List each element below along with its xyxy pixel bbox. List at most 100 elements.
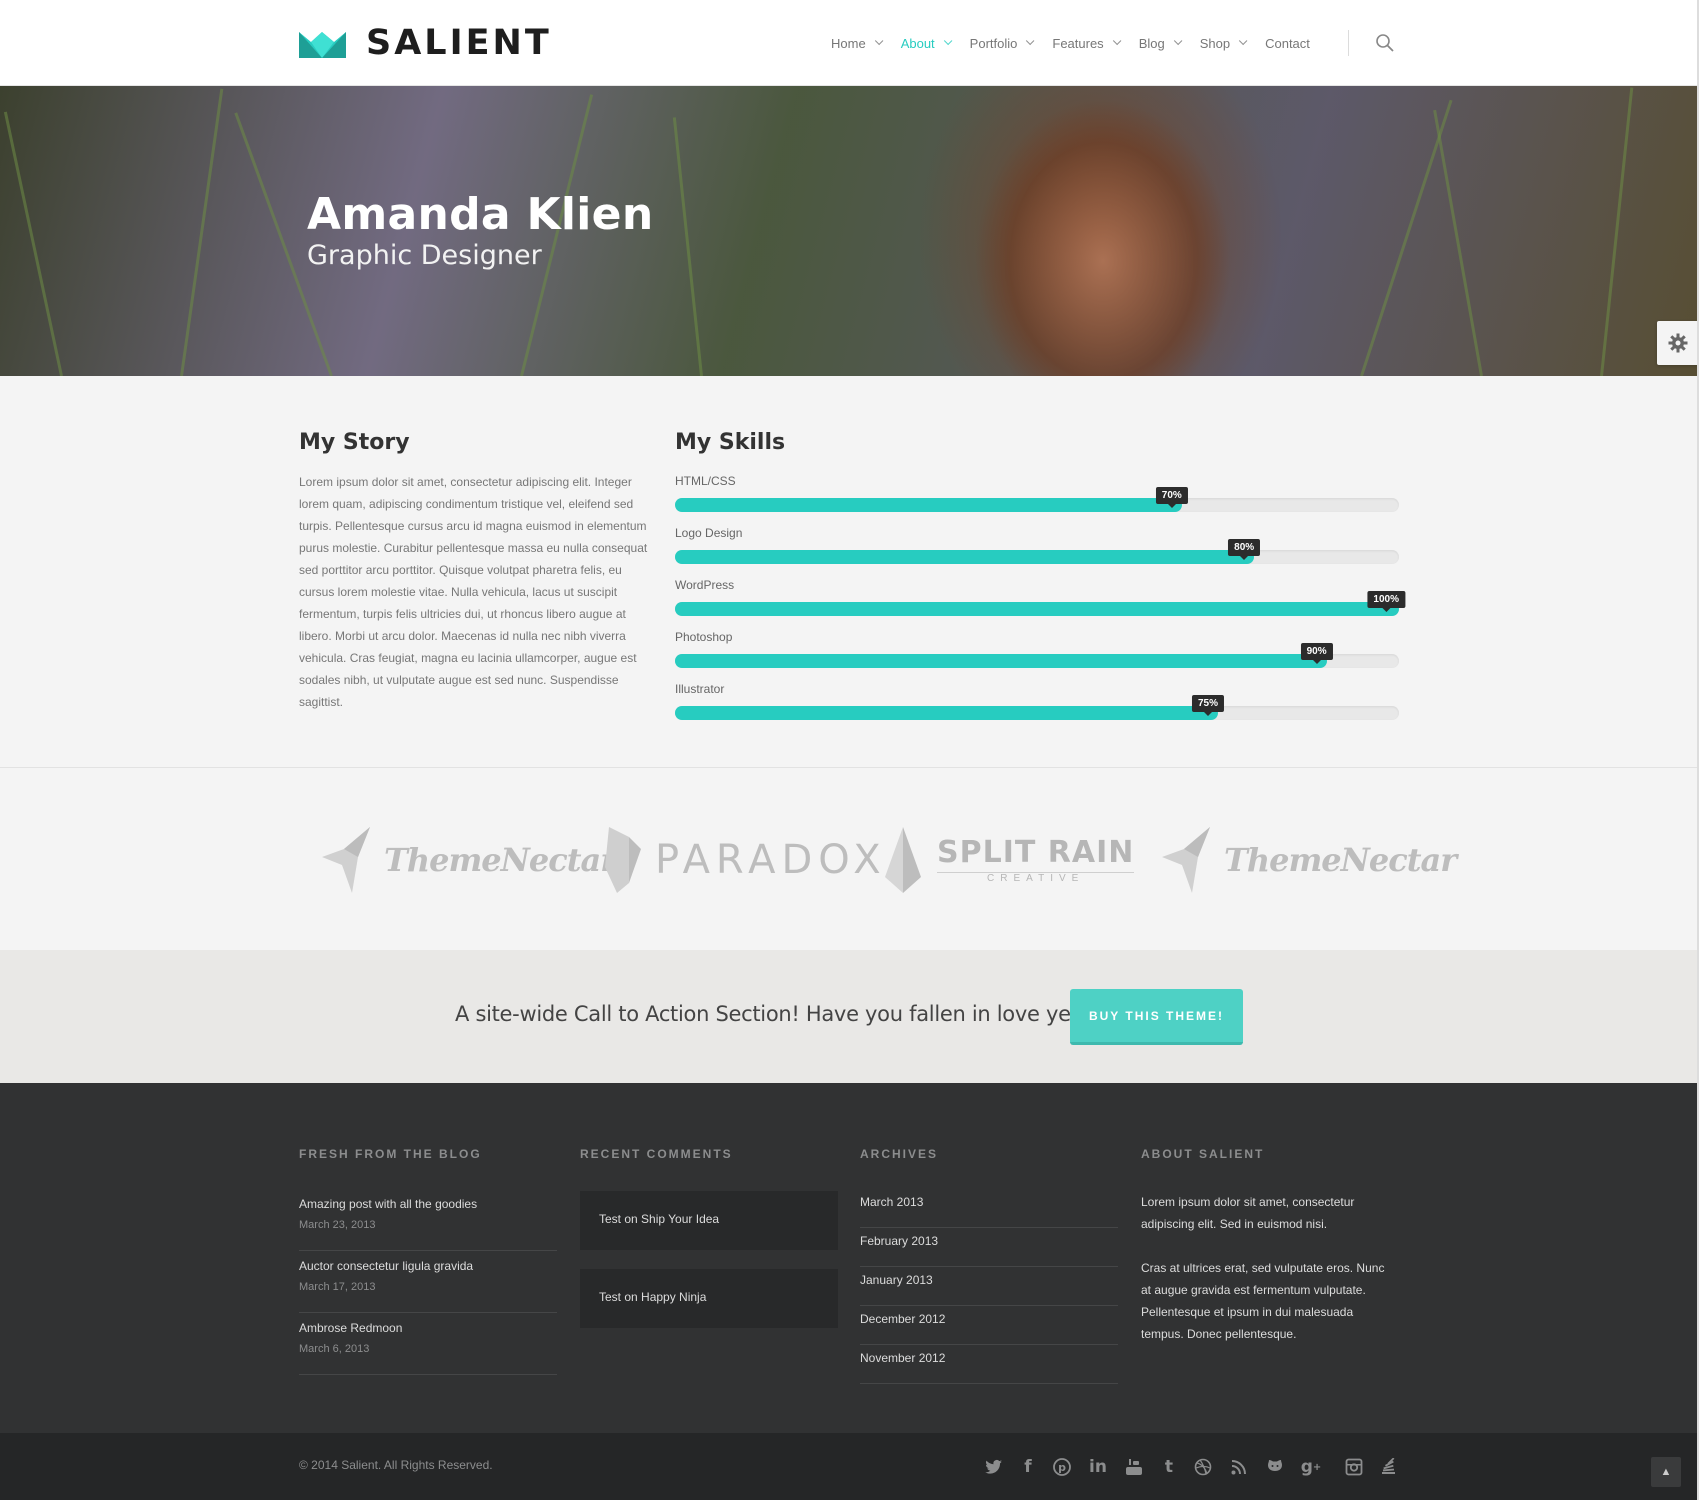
client-name-group: SPLIT RAIN CREATIVE [937, 834, 1135, 884]
client-logo-themenectar-2[interactable]: ThemeNectar [1162, 825, 1457, 895]
nav-item-portfolio[interactable]: Portfolio [969, 33, 1035, 53]
blog-post-date: March 23, 2013 [299, 1219, 376, 1231]
youtube-icon[interactable] [1122, 1455, 1146, 1479]
skill-fill [675, 706, 1218, 720]
rss-icon[interactable] [1227, 1455, 1251, 1479]
back-to-top-button[interactable]: ▲ [1651, 1457, 1681, 1487]
nav-item-home[interactable]: Home [831, 33, 884, 53]
nav-label: Blog [1138, 35, 1165, 51]
chevron-down-icon [1238, 36, 1248, 46]
twitter-icon[interactable] [982, 1455, 1006, 1479]
github-icon[interactable] [1263, 1455, 1287, 1479]
skill-fill [675, 498, 1182, 512]
skill-track: 75% [675, 695, 1399, 720]
hero-grass [3, 111, 63, 376]
skill-name: Illustrator [675, 682, 725, 696]
client-name: SPLIT RAIN [937, 834, 1135, 870]
logo-text: SALIENT [366, 23, 552, 63]
copyright-bar: © 2014 Salient. All Rights Reserved. f p… [0, 1433, 1699, 1500]
copyright-text: © 2014 Salient. All Rights Reserved. [299, 1458, 493, 1472]
widget-title-blog: FRESH FROM THE BLOG [299, 1147, 482, 1161]
skill-fill [675, 654, 1327, 668]
hero-grass [1433, 109, 1483, 376]
skills-heading: My Skills [675, 430, 786, 455]
site-header: SALIENT Home About Portfolio Features Bl… [0, 0, 1699, 86]
client-name: ThemeNectar [1224, 841, 1457, 879]
skill-name: Photoshop [675, 630, 733, 644]
split-rain-drop-icon [885, 827, 921, 893]
archive-link[interactable]: March 2013 [860, 1189, 1118, 1228]
nav-label: Contact [1265, 35, 1310, 51]
skill-percent-tooltip: 100% [1367, 591, 1405, 612]
skill-track: 70% [675, 487, 1399, 512]
nav-item-features[interactable]: Features [1052, 33, 1122, 53]
widget-title-archives: ARCHIVES [860, 1147, 939, 1161]
archive-link[interactable]: February 2013 [860, 1228, 1118, 1267]
hummingbird-icon [322, 827, 370, 893]
blog-post-link[interactable]: Amazing post with all the goodies March … [299, 1189, 557, 1251]
hero-grass [180, 88, 224, 376]
hero-title: Amanda Klien [307, 189, 654, 240]
facebook-icon[interactable]: f [1016, 1455, 1040, 1479]
skill-track: 80% [675, 539, 1399, 564]
chevron-down-icon [1173, 36, 1183, 46]
skill-name: WordPress [675, 578, 735, 592]
logo-crown-icon [299, 32, 346, 58]
tumblr-icon[interactable]: t [1157, 1455, 1181, 1479]
logo[interactable]: SALIENT [299, 23, 552, 63]
client-logo-paradox[interactable]: PARADOX [605, 825, 887, 895]
recent-comment-link[interactable]: Test on Happy Ninja [580, 1269, 838, 1328]
chevron-down-icon [1026, 36, 1035, 46]
blog-post-date: March 17, 2013 [299, 1281, 376, 1293]
blog-post-title: Auctor consectetur ligula gravida [299, 1259, 474, 1273]
buy-theme-button[interactable]: BUY THIS THEME! [1070, 989, 1243, 1045]
chevron-down-icon [943, 36, 953, 46]
linkedin-icon[interactable]: in [1086, 1455, 1110, 1479]
nav-item-contact[interactable]: Contact [1265, 33, 1310, 53]
instagram-icon[interactable] [1342, 1455, 1366, 1479]
archive-link[interactable]: November 2012 [860, 1345, 1118, 1384]
archive-link[interactable]: December 2012 [860, 1306, 1118, 1345]
search-icon[interactable] [1375, 33, 1395, 53]
skill-bar-html-css: HTML/CSS 70% [675, 474, 1399, 522]
skill-percent-tooltip: 70% [1155, 487, 1188, 508]
hero-grass [1600, 87, 1634, 376]
archive-link[interactable]: January 2013 [860, 1267, 1118, 1306]
skill-percent-tooltip: 90% [1300, 643, 1333, 664]
nav-item-blog[interactable]: Blog [1138, 33, 1183, 53]
skill-name: Logo Design [675, 526, 743, 540]
stackexchange-icon[interactable] [1377, 1455, 1401, 1479]
footer-widgets: FRESH FROM THE BLOG Amazing post with al… [0, 1083, 1699, 1433]
skill-track: 100% [675, 591, 1405, 616]
skill-fill [675, 550, 1255, 564]
client-logo-split-rain[interactable]: SPLIT RAIN CREATIVE [885, 825, 1135, 895]
about-paragraph: Cras at ultrices erat, sed vulputate ero… [1141, 1261, 1385, 1341]
client-logo-themenectar[interactable]: ThemeNectar [322, 825, 617, 895]
client-name: PARADOX [655, 837, 887, 883]
nav-label: Home [831, 35, 866, 51]
google-plus-icon[interactable]: g + [1299, 1455, 1323, 1479]
story-text: Lorem ipsum dolor sit amet, consectetur … [299, 475, 648, 709]
pinterest-icon[interactable]: p [1050, 1455, 1074, 1479]
settings-button[interactable] [1657, 321, 1699, 365]
nav-label: Portfolio [969, 35, 1018, 51]
main-nav: Home About Portfolio Features Blog Shop … [831, 33, 1331, 53]
nav-label: About [900, 35, 935, 51]
nav-label: Shop [1199, 35, 1231, 51]
widget-title-about: ABOUT SALIENT [1141, 1147, 1265, 1161]
blog-post-link[interactable]: Auctor consectetur ligula gravida March … [299, 1251, 557, 1313]
recent-comment-link[interactable]: Test on Ship Your Idea [580, 1191, 838, 1250]
hummingbird-icon [1162, 827, 1210, 893]
cta-text: A site-wide Call to Action Section! Have… [455, 1002, 1090, 1026]
nav-item-shop[interactable]: Shop [1199, 33, 1248, 53]
skill-percent-tooltip: 80% [1228, 539, 1261, 560]
svg-text:p: p [1058, 1461, 1066, 1474]
nav-item-about[interactable]: About [900, 33, 953, 53]
gear-icon [1668, 333, 1688, 353]
blog-post-link[interactable]: Ambrose Redmoon March 6, 2013 [299, 1313, 557, 1375]
paradox-mark-icon [605, 827, 641, 893]
dribbble-icon[interactable] [1191, 1455, 1215, 1479]
skill-name: HTML/CSS [675, 474, 736, 488]
hero-grass [672, 117, 703, 376]
call-to-action: A site-wide Call to Action Section! Have… [0, 950, 1699, 1083]
